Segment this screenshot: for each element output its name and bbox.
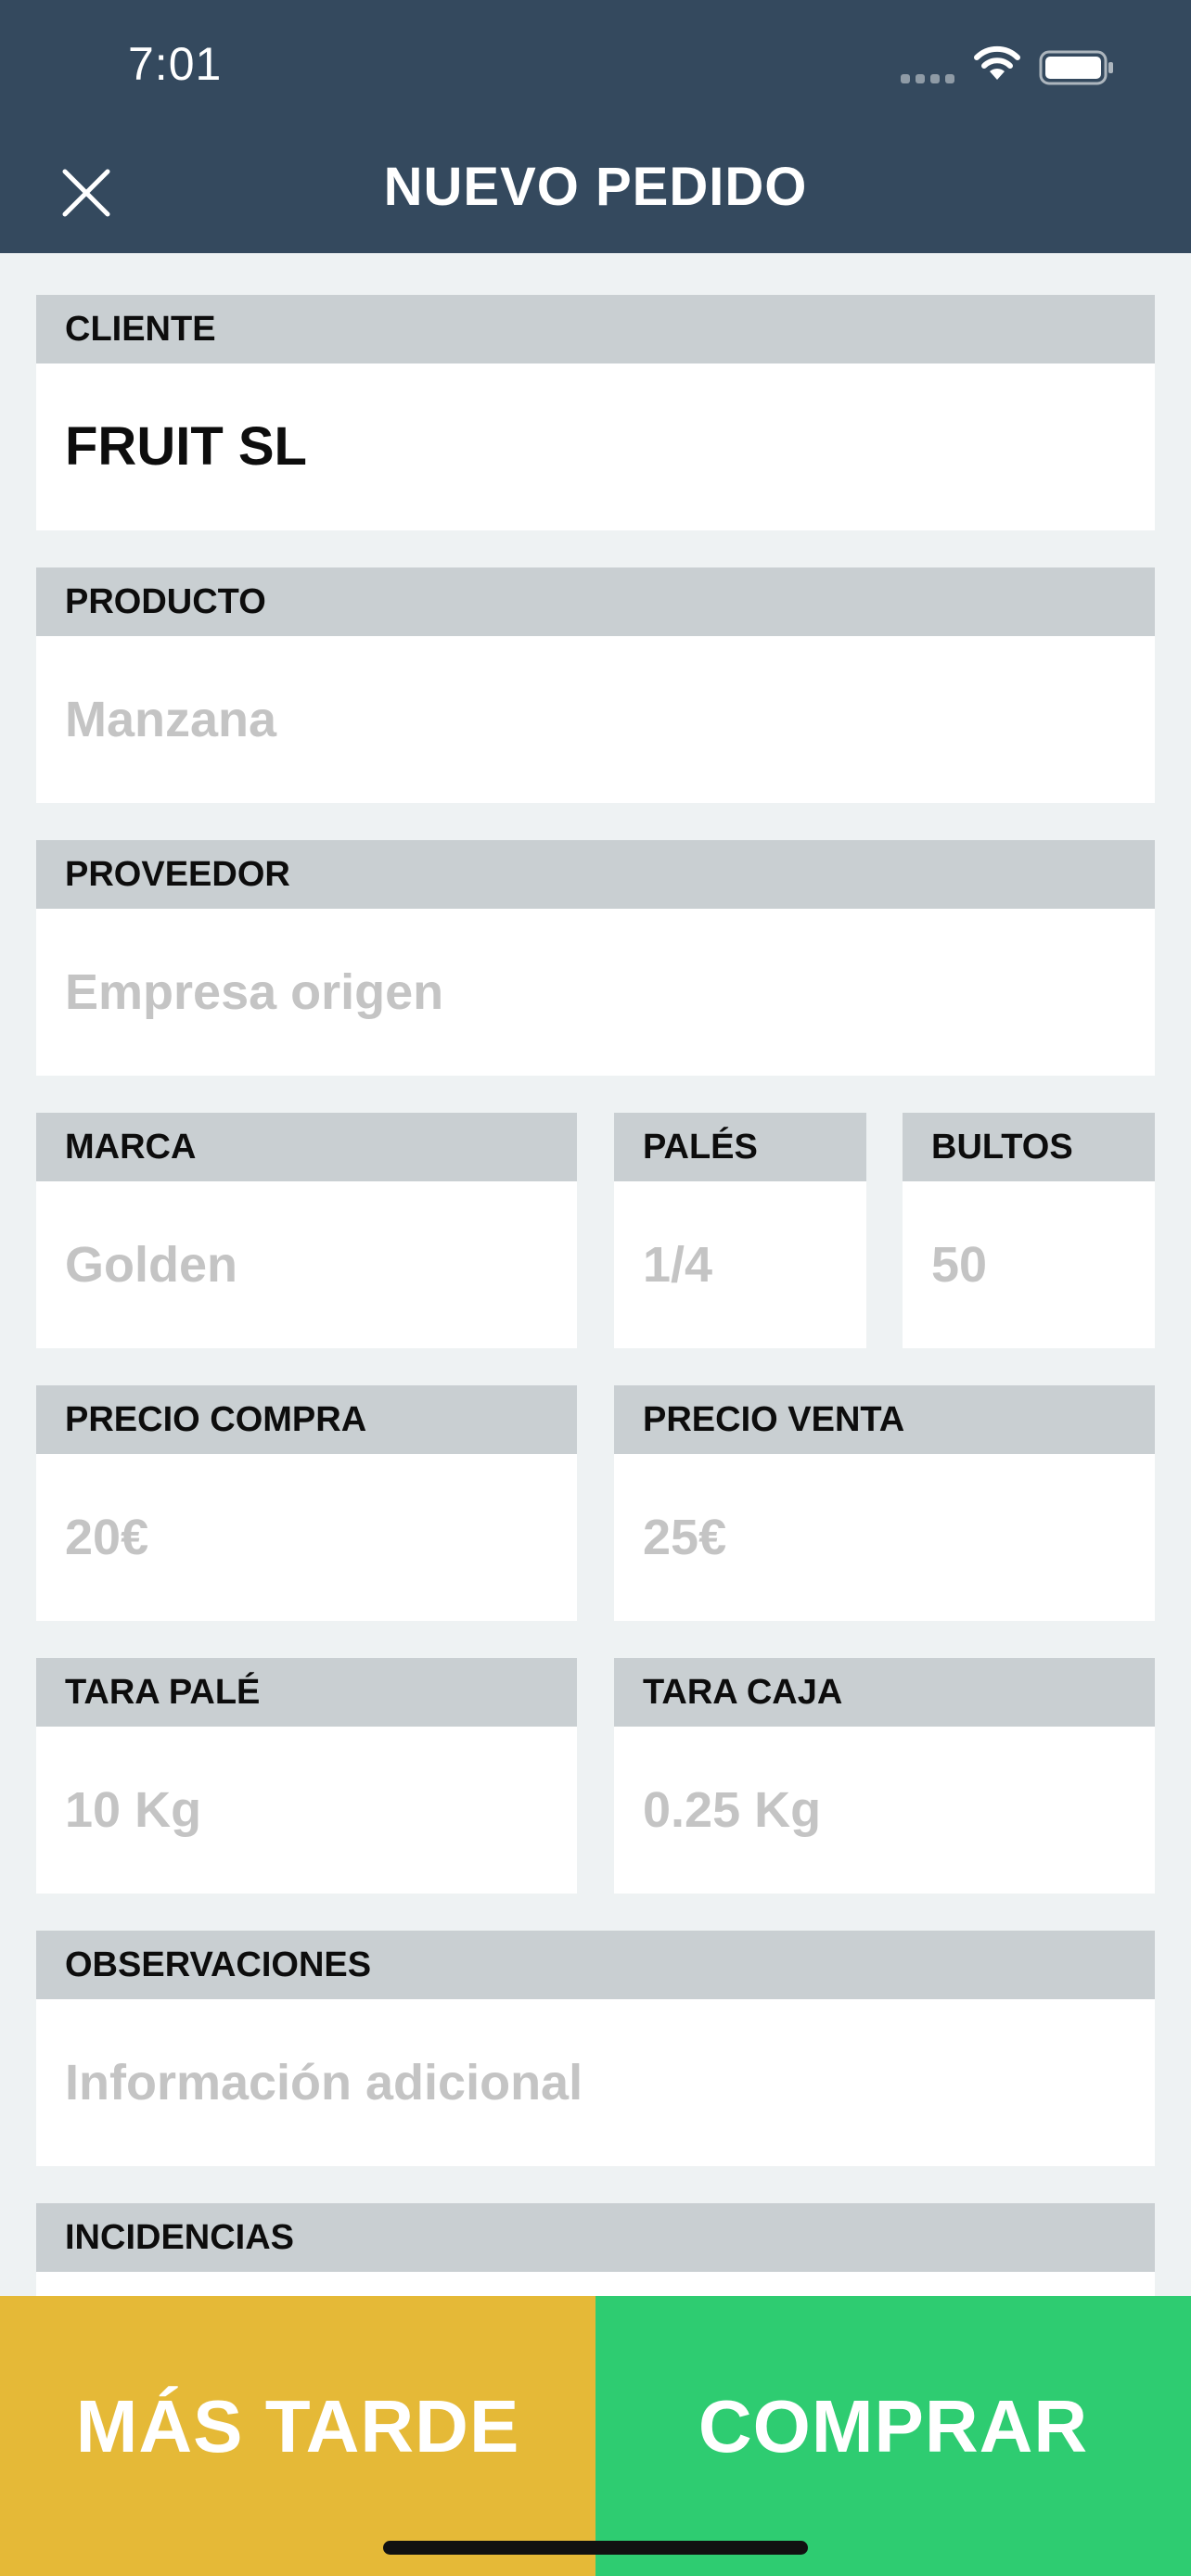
proveedor-field: PROVEEDOR Empresa origen [36, 840, 1155, 1076]
later-button[interactable]: MÁS TARDE [0, 2296, 596, 2576]
tara-caja-label: TARA CAJA [614, 1658, 1155, 1727]
cliente-label: CLIENTE [36, 295, 1155, 363]
app-header: 7:01 NUEVO PEDIDO [0, 0, 1191, 253]
tara-pale-field: TARA PALÉ 10 Kg [36, 1658, 577, 1894]
producto-input[interactable]: Manzana [36, 636, 1155, 803]
precio-compra-label: PRECIO COMPRA [36, 1385, 577, 1454]
page-title: NUEVO PEDIDO [383, 157, 808, 217]
producto-label: PRODUCTO [36, 567, 1155, 636]
precio-venta-label: PRECIO VENTA [614, 1385, 1155, 1454]
wifi-icon [974, 45, 1020, 80]
cliente-field: CLIENTE FRUIT SL [36, 295, 1155, 530]
precio-compra-input[interactable]: 20€ [36, 1454, 577, 1621]
pales-input[interactable]: 1/4 [614, 1181, 866, 1348]
marca-input[interactable]: Golden [36, 1181, 577, 1348]
proveedor-input[interactable]: Empresa origen [36, 909, 1155, 1076]
tara-pale-input[interactable]: 10 Kg [36, 1727, 577, 1894]
cliente-input[interactable]: FRUIT SL [36, 363, 1155, 530]
bultos-input[interactable]: 50 [903, 1181, 1155, 1348]
cellular-signal-icon [901, 74, 958, 83]
precio-compra-field: PRECIO COMPRA 20€ [36, 1385, 577, 1621]
battery-icon [1039, 50, 1113, 85]
observaciones-input[interactable]: Información adicional [36, 1999, 1155, 2166]
precio-venta-input[interactable]: 25€ [614, 1454, 1155, 1621]
proveedor-label: PROVEEDOR [36, 840, 1155, 909]
tara-caja-field: TARA CAJA 0.25 Kg [614, 1658, 1155, 1894]
bultos-field: BULTOS 50 [903, 1113, 1155, 1348]
incidencias-label: INCIDENCIAS [36, 2203, 1155, 2272]
precio-venta-field: PRECIO VENTA 25€ [614, 1385, 1155, 1621]
producto-field: PRODUCTO Manzana [36, 567, 1155, 803]
observaciones-label: OBSERVACIONES [36, 1931, 1155, 1999]
status-time: 7:01 [128, 38, 223, 90]
observaciones-field: OBSERVACIONES Información adicional [36, 1931, 1155, 2166]
pales-label: PALÉS [614, 1113, 866, 1181]
tara-caja-input[interactable]: 0.25 Kg [614, 1727, 1155, 1894]
bultos-label: BULTOS [903, 1113, 1155, 1181]
marca-field: MARCA Golden [36, 1113, 577, 1348]
pales-field: PALÉS 1/4 [614, 1113, 866, 1348]
tara-pale-label: TARA PALÉ [36, 1658, 577, 1727]
marca-label: MARCA [36, 1113, 577, 1181]
buy-button[interactable]: COMPRAR [596, 2296, 1191, 2576]
action-bar: MÁS TARDE COMPRAR [0, 2296, 1191, 2576]
home-indicator [383, 2541, 808, 2555]
